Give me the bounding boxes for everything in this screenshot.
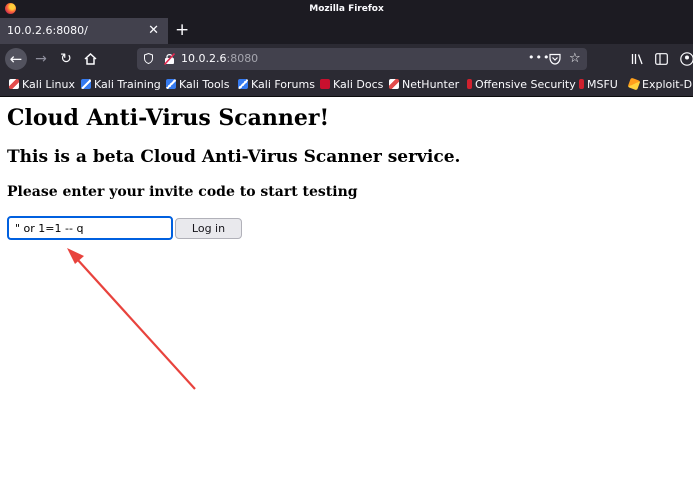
bookmark-exploit-db[interactable]: Exploit-D bbox=[627, 74, 693, 96]
bookmark-star-icon[interactable]: ☆ bbox=[569, 50, 581, 68]
bookmark-msfu[interactable]: MSFU bbox=[579, 74, 618, 96]
tracking-shield-icon[interactable] bbox=[144, 53, 153, 64]
invite-code-input[interactable] bbox=[7, 216, 173, 240]
browser-window: Mozilla Firefox 10.0.2.6:8080/ ✕ + ← → ↻ bbox=[0, 0, 693, 496]
bookmark-label: Kali Linux bbox=[22, 78, 76, 91]
insecure-lock-icon[interactable] bbox=[164, 53, 175, 65]
close-tab-icon[interactable]: ✕ bbox=[148, 18, 159, 44]
account-icon[interactable] bbox=[680, 52, 693, 66]
kali-docs-icon bbox=[320, 79, 330, 89]
bookmark-kali-training[interactable]: Kali Training bbox=[81, 74, 161, 96]
home-icon bbox=[83, 52, 97, 65]
firefox-logo-icon bbox=[5, 3, 16, 14]
forward-button[interactable]: → bbox=[31, 49, 51, 69]
invite-prompt: Please enter your invite code to start t… bbox=[7, 184, 358, 200]
page-title: Cloud Anti-Virus Scanner! bbox=[7, 105, 330, 131]
tab-active[interactable]: 10.0.2.6:8080/ ✕ bbox=[0, 18, 168, 44]
bookmark-label: Offensive Security bbox=[475, 78, 576, 91]
url-host: 10.0.2.6 bbox=[181, 52, 227, 65]
page-actions-button[interactable]: ••• bbox=[528, 48, 550, 68]
bookmark-kali-linux[interactable]: Kali Linux bbox=[9, 74, 75, 96]
offsec-icon bbox=[467, 79, 472, 89]
bookmark-label: Kali Tools bbox=[179, 78, 230, 91]
bookmarks-toolbar: Kali Linux Kali Training Kali Tools Kali… bbox=[0, 74, 693, 97]
bookmark-label: Kali Training bbox=[94, 78, 161, 91]
back-button[interactable]: ← bbox=[5, 48, 27, 70]
bookmark-nethunter[interactable]: NetHunter bbox=[389, 74, 459, 96]
bookmark-label: Kali Forums bbox=[251, 78, 315, 91]
bookmark-label: NetHunter bbox=[402, 78, 460, 91]
url-bar[interactable]: 10.0.2.6:8080 ••• ☆ bbox=[137, 48, 587, 70]
kali-forums-icon bbox=[238, 79, 248, 89]
annotation-arrow-shaft bbox=[76, 258, 196, 390]
kali-training-icon bbox=[81, 79, 91, 89]
window-titlebar: Mozilla Firefox bbox=[0, 0, 693, 18]
library-icon[interactable] bbox=[631, 53, 644, 65]
annotation-arrow-head bbox=[67, 248, 84, 264]
pocket-icon[interactable] bbox=[549, 53, 561, 65]
sidebar-icon[interactable] bbox=[655, 53, 668, 65]
msfu-icon bbox=[579, 79, 584, 89]
bookmark-kali-tools[interactable]: Kali Tools bbox=[166, 74, 229, 96]
home-button[interactable] bbox=[80, 49, 100, 69]
kali-tools-icon bbox=[166, 79, 176, 89]
url-port: :8080 bbox=[226, 52, 259, 65]
exploit-db-icon bbox=[627, 77, 641, 91]
url-text[interactable]: 10.0.2.6:8080 bbox=[181, 48, 258, 70]
nethunter-icon bbox=[389, 79, 399, 89]
login-button[interactable]: Log in bbox=[175, 218, 242, 239]
bookmark-label: Kali Docs bbox=[333, 78, 384, 91]
navigation-toolbar: ← → ↻ 10.0.2.6:8080 ••• ☆ bbox=[0, 44, 693, 74]
tab-strip: 10.0.2.6:8080/ ✕ + bbox=[0, 18, 693, 44]
bookmark-kali-docs[interactable]: Kali Docs bbox=[320, 74, 383, 96]
bookmark-offensive-security[interactable]: Offensive Security bbox=[467, 74, 576, 96]
bookmark-label: Exploit-D bbox=[642, 78, 693, 91]
page-content: Cloud Anti-Virus Scanner! This is a beta… bbox=[0, 97, 693, 496]
reload-button[interactable]: ↻ bbox=[56, 49, 76, 69]
tab-title: 10.0.2.6:8080/ bbox=[7, 24, 88, 37]
window-title: Mozilla Firefox bbox=[309, 4, 384, 14]
bookmark-label: MSFU bbox=[587, 78, 618, 91]
bookmark-kali-forums[interactable]: Kali Forums bbox=[238, 74, 315, 96]
new-tab-button[interactable]: + bbox=[175, 18, 189, 44]
page-subtitle: This is a beta Cloud Anti-Virus Scanner … bbox=[7, 147, 461, 167]
kali-dragon-icon bbox=[9, 79, 19, 89]
